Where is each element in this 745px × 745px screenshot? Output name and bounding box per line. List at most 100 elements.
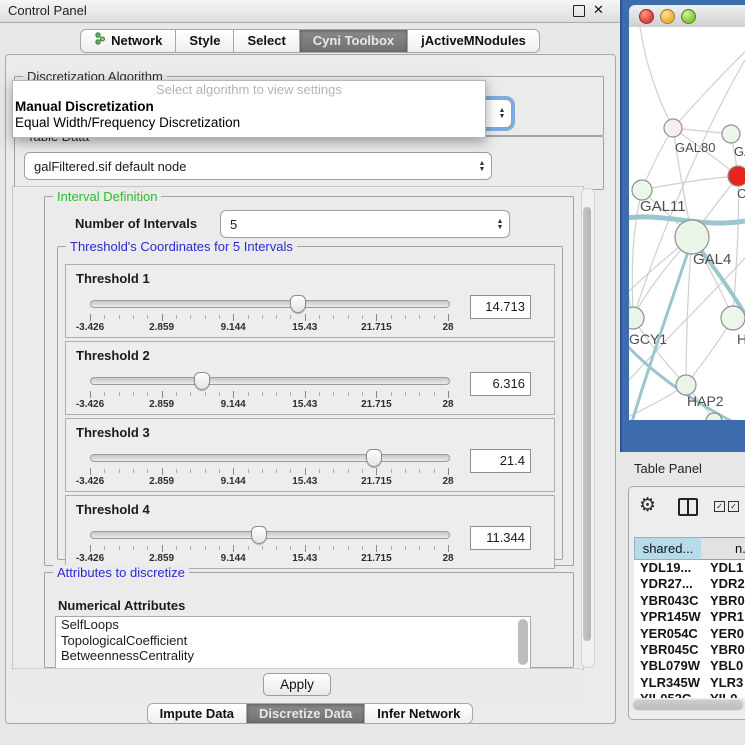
tab-label: Discretize Data xyxy=(259,706,352,721)
slider-track[interactable] xyxy=(90,531,450,539)
attributes-listbox[interactable]: SelfLoopsTopologicalCoefficientBetweenne… xyxy=(55,616,531,670)
network-node-gcy1[interactable] xyxy=(629,307,644,329)
num-intervals-spinner[interactable]: 5 ▲▼ xyxy=(220,210,510,238)
select-all-checkbox-icon[interactable]: ✓ xyxy=(714,501,725,512)
scrollbar-thumb[interactable] xyxy=(633,700,743,710)
table-row[interactable]: YLR345WYLR3 xyxy=(634,675,745,691)
tick-mark xyxy=(419,469,420,473)
table-row[interactable]: YBR045CYBR0 xyxy=(634,642,745,658)
list-item-selfloops[interactable]: SelfLoops xyxy=(56,617,530,633)
tab-impute-data[interactable]: Impute Data xyxy=(147,703,247,724)
tick-mark xyxy=(290,469,291,473)
network-node-hap2[interactable] xyxy=(676,375,696,395)
popup-item-equal-width-frequency-discretization[interactable]: Equal Width/Frequency Discretization xyxy=(13,115,485,131)
node-label: H xyxy=(737,331,745,347)
tick-mark xyxy=(362,546,363,550)
table-row[interactable]: YDR27...YDR2 xyxy=(634,576,745,592)
settings-gear-icon[interactable]: ⚙ xyxy=(639,494,656,517)
table-data-value: galFiltered.sif default node xyxy=(25,159,473,174)
tick-mark xyxy=(162,314,163,321)
threshold-slider[interactable]: -3.4262.8599.14415.4321.71528 xyxy=(90,372,448,410)
tick-mark xyxy=(90,391,91,398)
close-panel-icon[interactable]: ✕ xyxy=(593,2,604,18)
table-row[interactable]: YER054CYER0 xyxy=(634,626,745,642)
tick-mark xyxy=(405,469,406,473)
horizontal-scrollbar[interactable] xyxy=(632,699,745,711)
network-node-h[interactable] xyxy=(721,306,745,330)
tab-discretize-data[interactable]: Discretize Data xyxy=(247,703,365,724)
tick-mark xyxy=(319,546,320,550)
tab-style[interactable]: Style xyxy=(176,29,234,53)
table-row[interactable]: YDL19...YDL1 xyxy=(634,560,745,576)
apply-button[interactable]: Apply xyxy=(263,673,331,696)
cell-name: YBR0 xyxy=(707,593,745,609)
minimize-traffic-light-icon[interactable] xyxy=(660,9,675,24)
deselect-all-checkbox-icon[interactable]: ✓ xyxy=(728,501,739,512)
algorithm-dropdown-popup: Select algorithm to view settings Manual… xyxy=(12,80,486,138)
list-scrollbar-thumb[interactable] xyxy=(518,619,528,665)
network-node-c[interactable] xyxy=(728,166,745,186)
table-data-combobox[interactable]: galFiltered.sif default node ▲▼ xyxy=(24,152,492,180)
tick-mark xyxy=(376,545,377,552)
slider-track[interactable] xyxy=(90,300,450,308)
network-view-canvas[interactable]: GAL80GACGAL11GAL4GCY1HHAP2 xyxy=(629,27,745,420)
tab-cyni-toolbox[interactable]: Cyni Toolbox xyxy=(300,29,408,53)
threshold-value-field[interactable]: 14.713 xyxy=(470,295,531,319)
tick-mark xyxy=(290,546,291,550)
tick-mark xyxy=(448,314,449,321)
network-node-ga[interactable] xyxy=(722,125,740,143)
close-traffic-light-icon[interactable] xyxy=(639,9,654,24)
slider-track[interactable] xyxy=(90,377,450,385)
tab-network[interactable]: Network xyxy=(80,29,176,53)
slider-thumb[interactable] xyxy=(251,526,267,544)
network-node-gal80[interactable] xyxy=(664,119,682,137)
table-row[interactable]: YPR145WYPR1 xyxy=(634,609,745,625)
tick-mark xyxy=(205,392,206,396)
split-view-icon[interactable] xyxy=(678,498,698,516)
tick-mark xyxy=(262,546,263,550)
column-header-shared-name[interactable]: shared... xyxy=(634,537,702,560)
threshold-slider[interactable]: -3.4262.8599.14415.4321.71528 xyxy=(90,526,448,564)
network-node-gal11[interactable] xyxy=(632,180,652,200)
tab-label: Style xyxy=(189,30,220,52)
threshold-panel-3: Threshold 3-3.4262.8599.14415.4321.71528… xyxy=(65,418,555,492)
tick-mark xyxy=(290,392,291,396)
network-window-titlebar[interactable] xyxy=(629,5,745,28)
cell-name: YIL0 xyxy=(707,691,737,698)
scrollbar-thumb[interactable] xyxy=(583,207,591,641)
tick-mark xyxy=(176,469,177,473)
column-header-name[interactable]: n... xyxy=(701,537,745,560)
network-edge xyxy=(640,27,673,128)
tick-mark xyxy=(147,315,148,319)
tab-select[interactable]: Select xyxy=(234,29,299,53)
table-row[interactable]: YBR043CYBR0 xyxy=(634,593,745,609)
list-item-topologicalcoefficient[interactable]: TopologicalCoefficient xyxy=(56,633,530,649)
tick-label: -3.426 xyxy=(76,476,104,487)
table-row[interactable]: YBL079WYBL0 xyxy=(634,658,745,674)
threshold-value-field[interactable]: 6.316 xyxy=(470,372,531,396)
table-row[interactable]: YIL052CYIL0 xyxy=(634,691,745,698)
slider-thumb[interactable] xyxy=(366,449,382,467)
tab-jactivemnodules[interactable]: jActiveMNodules xyxy=(408,29,540,53)
slider-thumb[interactable] xyxy=(194,372,210,390)
tab-infer-network[interactable]: Infer Network xyxy=(365,703,473,724)
tick-mark xyxy=(434,469,435,473)
threshold-value-field[interactable]: 21.4 xyxy=(470,449,531,473)
list-item-betweennesscentrality[interactable]: BetweennessCentrality xyxy=(56,648,530,664)
slider-thumb[interactable] xyxy=(290,295,306,313)
tick-label: -3.426 xyxy=(76,322,104,333)
threshold-slider[interactable]: -3.4262.8599.14415.4321.71528 xyxy=(90,295,448,333)
threshold-value-field[interactable]: 11.344 xyxy=(470,526,531,550)
threshold-slider[interactable]: -3.4262.8599.14415.4321.71528 xyxy=(90,449,448,487)
zoom-traffic-light-icon[interactable] xyxy=(681,9,696,24)
cell-shared-name: YDR27... xyxy=(634,576,707,592)
table-panel-title: Table Panel xyxy=(634,461,702,476)
tab-label: Infer Network xyxy=(377,706,460,721)
cell-shared-name: YER054C xyxy=(634,626,707,642)
vertical-scrollbar[interactable] xyxy=(581,188,595,668)
network-node-gal4[interactable] xyxy=(675,220,709,254)
popup-item-manual-discretization[interactable]: Manual Discretization xyxy=(13,99,485,115)
float-window-icon[interactable] xyxy=(573,5,585,17)
slider-track[interactable] xyxy=(90,454,450,462)
tick-mark xyxy=(90,314,91,321)
